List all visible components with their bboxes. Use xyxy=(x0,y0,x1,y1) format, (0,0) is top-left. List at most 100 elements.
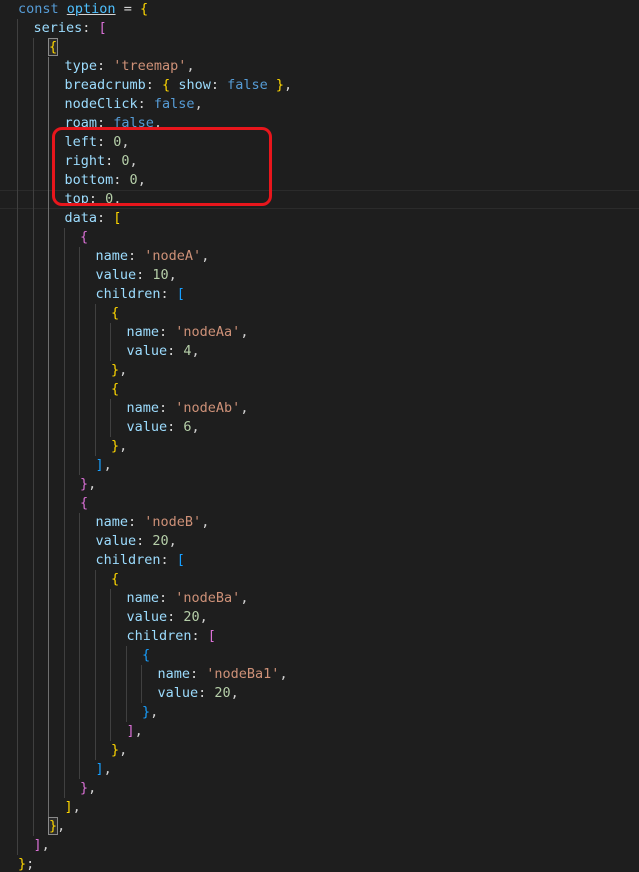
code-token: series xyxy=(33,20,83,36)
code-line[interactable]: children: [ xyxy=(0,551,639,570)
indent-guide xyxy=(63,399,65,418)
indent-guide xyxy=(94,589,96,608)
code-line[interactable]: children: [ xyxy=(0,285,639,304)
indent-guide xyxy=(17,684,18,703)
code-line[interactable]: { xyxy=(0,570,639,589)
indent-guide xyxy=(32,817,34,836)
line-content: right: 0, xyxy=(65,152,138,171)
code-line[interactable]: }, xyxy=(0,361,639,380)
indent-guide xyxy=(94,323,96,342)
indent-guide xyxy=(17,38,18,57)
code-line[interactable]: value: 6, xyxy=(0,418,639,437)
code-line[interactable]: const option = { xyxy=(0,0,639,19)
code-line[interactable]: bottom: 0, xyxy=(0,171,639,190)
line-content: value: 6, xyxy=(127,418,200,437)
indent-guide xyxy=(17,380,18,399)
indent-guide xyxy=(79,380,80,399)
code-line[interactable]: { xyxy=(0,228,639,247)
code-line[interactable]: }, xyxy=(0,741,639,760)
code-line[interactable]: }, xyxy=(0,437,639,456)
indent-guide xyxy=(110,323,111,342)
code-editor[interactable]: const option = {series: [{type: 'treemap… xyxy=(0,0,639,872)
code-token: left xyxy=(64,134,98,150)
code-line[interactable]: name: 'nodeBa1', xyxy=(0,665,639,684)
code-line[interactable]: ], xyxy=(0,798,639,817)
code-line[interactable]: breadcrumb: { show: false }, xyxy=(0,76,639,95)
code-line[interactable]: { xyxy=(0,38,639,57)
code-line[interactable]: }, xyxy=(0,703,639,722)
indent-guide xyxy=(79,608,80,627)
code-line[interactable]: top: 0, xyxy=(0,190,639,209)
indent-guide xyxy=(17,133,18,152)
code-token: name xyxy=(126,324,160,340)
code-token: top xyxy=(64,191,89,207)
code-line[interactable]: series: [ xyxy=(0,19,639,38)
code-line[interactable]: }, xyxy=(0,779,639,798)
code-line[interactable]: ], xyxy=(0,760,639,779)
code-token: : xyxy=(159,324,176,340)
indent-guide xyxy=(63,551,65,570)
code-line[interactable]: ], xyxy=(0,836,639,855)
indent-guide xyxy=(48,285,49,304)
indent-guide xyxy=(63,760,65,779)
indent-guide xyxy=(17,209,18,228)
code-line[interactable]: { xyxy=(0,380,639,399)
indent-guide xyxy=(32,475,34,494)
code-token: , xyxy=(168,533,177,549)
code-line[interactable]: children: [ xyxy=(0,627,639,646)
code-token: : xyxy=(137,96,154,112)
code-line[interactable]: nodeClick: false, xyxy=(0,95,639,114)
code-line[interactable]: }, xyxy=(0,817,639,836)
code-line[interactable]: value: 4, xyxy=(0,342,639,361)
code-line[interactable]: value: 10, xyxy=(0,266,639,285)
indent-guide xyxy=(32,190,34,209)
code-line[interactable]: ], xyxy=(0,456,639,475)
indent-guide xyxy=(94,684,96,703)
code-line[interactable]: value: 20, xyxy=(0,608,639,627)
indent-guide xyxy=(94,665,96,684)
code-line[interactable]: name: 'nodeBa', xyxy=(0,589,639,608)
code-token: , xyxy=(153,115,163,131)
indent-guide xyxy=(79,646,80,665)
indent-guide xyxy=(48,361,49,380)
code-token: name xyxy=(95,514,129,530)
code-token: , xyxy=(119,742,128,758)
code-token: , xyxy=(150,704,159,720)
code-line[interactable]: left: 0, xyxy=(0,133,639,152)
indent-guide xyxy=(94,646,96,665)
code-line[interactable]: data: [ xyxy=(0,209,639,228)
code-token: type xyxy=(64,58,98,74)
indent-guide xyxy=(79,551,80,570)
indent-guide xyxy=(17,114,18,133)
indent-guide xyxy=(17,665,18,684)
code-line[interactable]: roam: false, xyxy=(0,114,639,133)
line-content: { xyxy=(80,228,88,247)
code-token: 'nodeAb' xyxy=(175,400,241,416)
code-line[interactable]: right: 0, xyxy=(0,152,639,171)
code-line[interactable]: { xyxy=(0,646,639,665)
code-line[interactable]: value: 20, xyxy=(0,532,639,551)
code-line[interactable]: type: 'treemap', xyxy=(0,57,639,76)
code-line[interactable]: { xyxy=(0,494,639,513)
code-line[interactable]: name: 'nodeB', xyxy=(0,513,639,532)
code-token: : xyxy=(210,77,228,93)
code-area[interactable]: const option = {series: [{type: 'treemap… xyxy=(0,0,639,872)
code-token: 6 xyxy=(183,419,192,435)
indent-guide xyxy=(63,323,65,342)
code-token: , xyxy=(240,400,249,416)
code-line[interactable]: value: 20, xyxy=(0,684,639,703)
code-line[interactable]: ], xyxy=(0,722,639,741)
code-token: = xyxy=(115,1,140,17)
code-line[interactable]: name: 'nodeAa', xyxy=(0,323,639,342)
indent-guide xyxy=(32,285,34,304)
code-line[interactable]: name: 'nodeA', xyxy=(0,247,639,266)
code-line[interactable]: name: 'nodeAb', xyxy=(0,399,639,418)
code-line[interactable]: }; xyxy=(0,855,639,872)
indent-guide xyxy=(32,133,34,152)
indent-guide xyxy=(17,627,18,646)
code-token: : xyxy=(82,20,99,36)
code-token: { xyxy=(162,77,171,93)
code-line[interactable]: { xyxy=(0,304,639,323)
code-token: : xyxy=(128,514,145,530)
code-line[interactable]: }, xyxy=(0,475,639,494)
